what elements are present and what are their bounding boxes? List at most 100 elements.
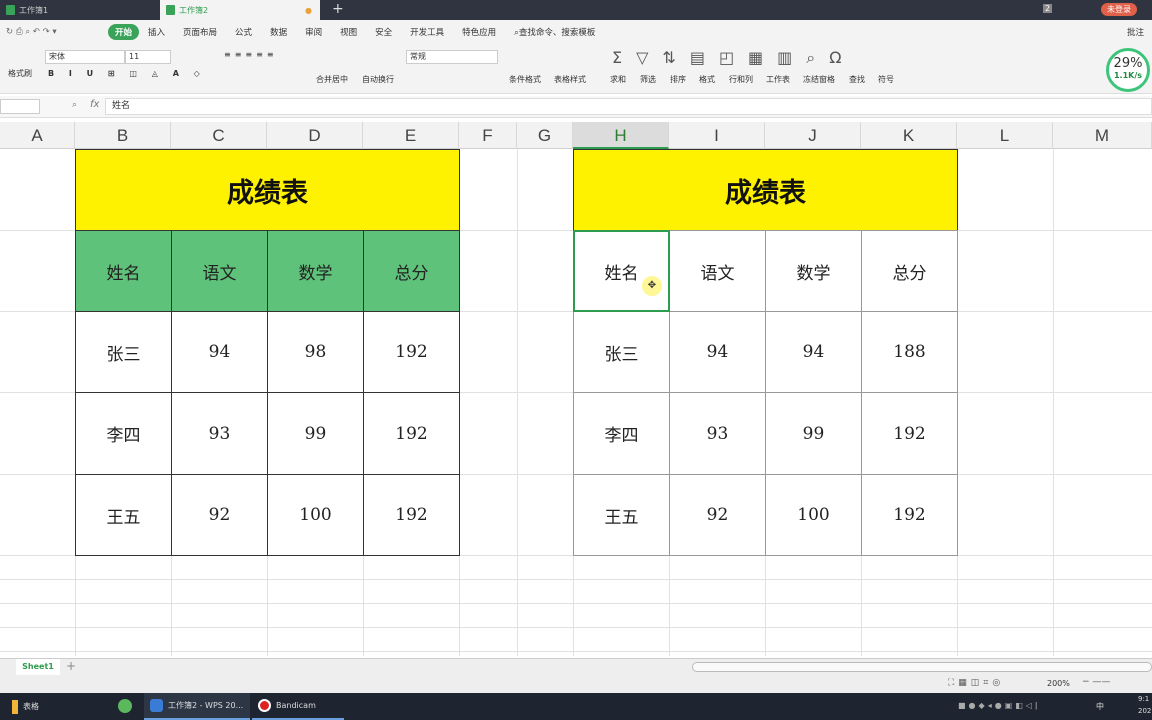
conditional-format-button[interactable]: 条件格式 (509, 74, 541, 85)
find-button[interactable]: 查找 (849, 74, 865, 85)
zoom-level[interactable]: 200% (1047, 679, 1070, 688)
table_right-title[interactable]: 成绩表 (573, 149, 958, 231)
menu-page-layout[interactable]: 页面布局 (174, 26, 226, 38)
header-cell[interactable]: 总分 (363, 230, 460, 312)
column-header-L[interactable]: L (957, 122, 1053, 149)
data-cell[interactable]: 张三 (573, 311, 670, 393)
data-cell[interactable]: 99 (267, 392, 364, 475)
ime-indicator[interactable]: 中 (1096, 701, 1104, 712)
unsaved-dot-icon: ● (305, 5, 312, 15)
merge-center-button[interactable]: 合并居中 (316, 74, 348, 85)
data-cell[interactable]: 192 (363, 474, 460, 556)
login-button[interactable]: 未登录 (1101, 3, 1137, 16)
header-cell[interactable]: 语文 (669, 230, 766, 312)
sheet-tab-sheet1[interactable]: Sheet1 (16, 659, 60, 675)
app-icon[interactable] (118, 699, 132, 713)
column-header-K[interactable]: K (861, 122, 957, 149)
data-cell[interactable]: 99 (765, 392, 862, 475)
table-style-button[interactable]: 表格样式 (554, 74, 586, 85)
data-cell[interactable]: 192 (861, 392, 958, 475)
menu-data[interactable]: 数据 (261, 26, 296, 38)
tab-workbook2[interactable]: 工作簿2 ● (160, 0, 320, 20)
format-painter-button[interactable]: 格式刷 (8, 68, 32, 79)
name-box[interactable] (0, 99, 40, 114)
taskbar-item-bandicam[interactable]: Bandicam (252, 693, 344, 720)
zoom-slider[interactable]: − —— (1082, 677, 1110, 687)
wrap-text-button[interactable]: 自动换行 (362, 74, 394, 85)
font-family-select[interactable]: 宋体 (45, 50, 125, 64)
table_left-title[interactable]: 成绩表 (75, 149, 460, 231)
data-cell[interactable]: 李四 (75, 392, 172, 475)
menu-special[interactable]: 特色应用 (453, 26, 505, 38)
sort-button[interactable]: 排序 (670, 74, 686, 85)
format-button[interactable]: 格式 (699, 74, 715, 85)
sheet-grid[interactable]: 成绩表 姓名 语文 数学 总分 张三 94 98 192 李四 93 99 192 王五 92 100 192 成… (0, 149, 1152, 656)
data-cell[interactable]: 93 (171, 392, 268, 475)
menu-review[interactable]: 审阅 (296, 26, 331, 38)
data-cell[interactable]: 92 (669, 474, 766, 556)
menu-formulas[interactable]: 公式 (226, 26, 261, 38)
column-header-A[interactable]: A (0, 122, 75, 149)
search-command[interactable]: ⌕查找命令、搜索模板 (505, 26, 604, 38)
column-header-H[interactable]: H (573, 122, 669, 149)
data-cell[interactable]: 李四 (573, 392, 670, 475)
filter-button[interactable]: 筛选 (640, 74, 656, 85)
column-header-E[interactable]: E (363, 122, 459, 149)
data-cell[interactable]: 100 (267, 474, 364, 556)
data-cell[interactable]: 94 (669, 311, 766, 393)
fx-icon[interactable]: fx (90, 99, 99, 110)
data-cell[interactable]: 94 (765, 311, 862, 393)
column-header-M[interactable]: M (1053, 122, 1152, 149)
tab-workbook1[interactable]: 工作簿1 (0, 0, 158, 20)
data-cell[interactable]: 王五 (573, 474, 670, 556)
column-header-G[interactable]: G (517, 122, 573, 149)
number-format-select[interactable]: 常规 (406, 50, 498, 64)
font-size-select[interactable]: 11 (125, 50, 171, 64)
data-cell[interactable]: 王五 (75, 474, 172, 556)
freeze-panes-button[interactable]: 冻结窗格 (803, 74, 835, 85)
new-tab-button[interactable]: + (332, 1, 344, 17)
sum-button[interactable]: 求和 (610, 74, 626, 85)
header-cell[interactable]: 姓名 (75, 230, 172, 312)
data-cell[interactable]: 192 (861, 474, 958, 556)
header-cell[interactable]: 数学 (267, 230, 364, 312)
taskbar-item-folder[interactable]: 表格 (6, 693, 106, 720)
menu-developer[interactable]: 开发工具 (401, 26, 453, 38)
menu-insert[interactable]: 插入 (139, 26, 174, 38)
menu-view[interactable]: 视图 (331, 26, 366, 38)
data-cell[interactable]: 188 (861, 311, 958, 393)
add-sheet-button[interactable]: + (66, 659, 76, 673)
worksheet-button[interactable]: 工作表 (766, 74, 790, 85)
column-header-F[interactable]: F (459, 122, 517, 149)
data-cell[interactable]: 93 (669, 392, 766, 475)
symbol-button[interactable]: 符号 (878, 74, 894, 85)
horizontal-scrollbar[interactable] (692, 662, 1152, 672)
column-header-I[interactable]: I (669, 122, 765, 149)
align-buttons[interactable]: ≡≡≡≡≡ (224, 50, 278, 59)
column-header-J[interactable]: J (765, 122, 861, 149)
menu-security[interactable]: 安全 (366, 26, 401, 38)
system-tray-icons[interactable]: ■●◆◂●▣◧◁ǀ (958, 701, 1040, 710)
column-header-C[interactable]: C (171, 122, 267, 149)
formula-input[interactable]: 姓名 (105, 98, 1152, 115)
taskbar-item-wps[interactable]: 工作簿2 - WPS 20... (144, 693, 250, 720)
column-header-D[interactable]: D (267, 122, 363, 149)
view-mode-buttons[interactable]: ⛶▦◫⌗◎ (948, 678, 1004, 688)
header-cell[interactable]: 姓名 (573, 230, 670, 312)
column-header-B[interactable]: B (75, 122, 171, 149)
data-cell[interactable]: 92 (171, 474, 268, 556)
data-cell[interactable]: 张三 (75, 311, 172, 393)
row-col-button[interactable]: 行和列 (729, 74, 753, 85)
menu-home[interactable]: 开始 (108, 24, 140, 40)
data-cell[interactable]: 94 (171, 311, 268, 393)
header-cell[interactable]: 总分 (861, 230, 958, 312)
clock-time[interactable]: 9:1 (1138, 695, 1149, 703)
header-cell[interactable]: 数学 (765, 230, 862, 312)
header-cell[interactable]: 语文 (171, 230, 268, 312)
data-cell[interactable]: 98 (267, 311, 364, 393)
font-style-buttons[interactable]: B I U ⊞ ◫ ◬ A ◇ (48, 69, 206, 78)
data-cell[interactable]: 100 (765, 474, 862, 556)
comment-button[interactable]: 批注 (1127, 26, 1152, 38)
data-cell[interactable]: 192 (363, 311, 460, 393)
data-cell[interactable]: 192 (363, 392, 460, 475)
